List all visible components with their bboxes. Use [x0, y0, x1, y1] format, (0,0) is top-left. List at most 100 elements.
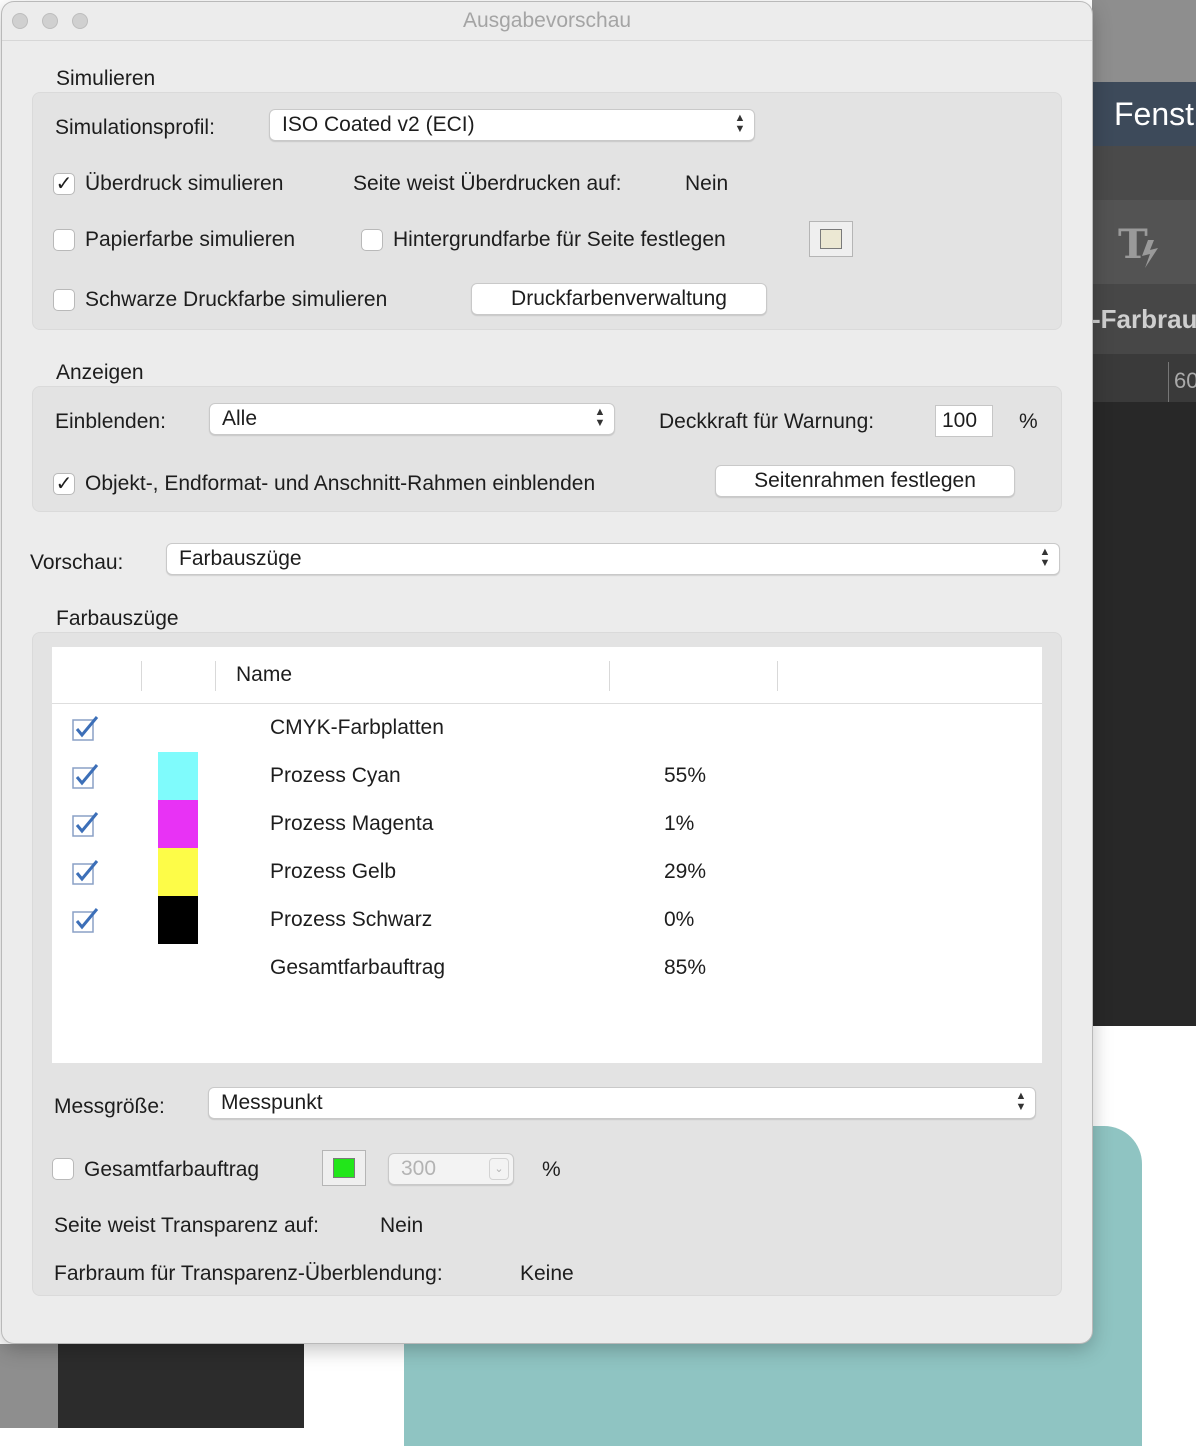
ink-name: Prozess Gelb	[270, 860, 397, 883]
show-select[interactable]: Alle ▲ ▼	[209, 403, 615, 435]
table-row[interactable]: Prozess Cyan 55%	[52, 752, 1042, 800]
total-ink-unit: %	[542, 1158, 561, 1181]
background-canvas-dark-bottom	[58, 1344, 304, 1428]
background-tool-panel: T	[1092, 200, 1196, 284]
preview-value: Farbauszüge	[179, 547, 302, 570]
separations-section-title: Farbauszüge	[56, 607, 179, 630]
updown-chevron-icon: ▲ ▼	[1039, 546, 1051, 569]
black-ink-checkbox[interactable]	[53, 289, 75, 311]
ink-name: Prozess Schwarz	[270, 908, 433, 931]
table-row[interactable]: Gesamtfarbauftrag 85%	[52, 944, 1042, 992]
table-row[interactable]: CMYK-Farbplatten	[52, 704, 1042, 752]
simulation-profile-value: ISO Coated v2 (ECI)	[282, 113, 475, 136]
frames-checkbox[interactable]: ✓	[53, 473, 75, 495]
ink-name: Prozess Cyan	[270, 764, 401, 787]
paper-color-label: Papierfarbe simulieren	[85, 228, 296, 251]
background-app-toolbar	[1092, 0, 1196, 82]
show-value: Alle	[222, 407, 258, 430]
eye-checkbox-icon[interactable]	[72, 715, 100, 741]
window-title: Ausgabevorschau	[462, 9, 632, 32]
ink-name: Prozess Magenta	[270, 812, 434, 835]
background-color-swatch-button[interactable]	[809, 221, 853, 257]
overprint-label: Überdruck simulieren	[85, 172, 284, 195]
blend-space-value: Keine	[520, 1262, 574, 1285]
background-app-menu: Fenst	[1092, 82, 1196, 146]
total-ink-value: 300	[401, 1157, 437, 1180]
column-separator	[141, 661, 142, 691]
blend-space-label: Farbraum für Transparenz-Überblendung:	[54, 1262, 443, 1285]
simulate-group: Simulationsprofil: ISO Coated v2 (ECI) ▲…	[32, 92, 1062, 330]
background-canvas-dark	[1092, 402, 1196, 1026]
total-ink-label: Gesamtfarbauftrag	[84, 1158, 260, 1181]
ink-percent: 1%	[664, 812, 695, 835]
page-frames-button[interactable]: Seitenrahmen festlegen	[715, 465, 1015, 497]
ink-color-swatch	[158, 752, 198, 800]
warning-opacity-unit: %	[1019, 410, 1038, 433]
background-panel	[1092, 146, 1196, 200]
simulation-profile-select[interactable]: ISO Coated v2 (ECI) ▲ ▼	[269, 109, 755, 141]
ruler-number: 60	[1174, 368, 1196, 393]
preview-label: Vorschau:	[30, 551, 124, 574]
column-separator	[215, 661, 216, 691]
column-separator	[609, 661, 610, 691]
svg-text:T: T	[1118, 221, 1148, 268]
transparency-label: Seite weist Transparenz auf:	[54, 1214, 319, 1237]
total-ink-swatch	[333, 1158, 355, 1178]
show-label: Einblenden:	[55, 410, 166, 433]
preview-select[interactable]: Farbauszüge ▲ ▼	[166, 543, 1060, 575]
display-group: Einblenden: Alle ▲ ▼ Deckkraft für Warnun…	[32, 386, 1062, 512]
eye-checkbox-icon[interactable]	[72, 907, 100, 933]
background-menu-text: Fenst	[1114, 96, 1195, 132]
total-ink-checkbox[interactable]	[52, 1158, 74, 1180]
type-tool-icon: T	[1118, 221, 1158, 268]
eye-checkbox-icon[interactable]	[72, 811, 100, 837]
background-color-label: Hintergrundfarbe für Seite festlegen	[393, 228, 726, 251]
transparency-value: Nein	[380, 1214, 424, 1237]
chevron-down-icon: ⌄	[489, 1158, 509, 1180]
table-row[interactable]: Prozess Gelb 29%	[52, 848, 1042, 896]
measure-label: Messgröße:	[54, 1095, 165, 1118]
column-separator	[777, 661, 778, 691]
separations-table: Name CMYK-Farbplatten Prozess Cyan 55% Proz…	[52, 647, 1042, 1063]
ink-percent: 0%	[664, 908, 695, 931]
ink-name: Gesamtfarbauftrag	[270, 956, 446, 979]
measure-select[interactable]: Messpunkt ▲ ▼	[208, 1087, 1036, 1119]
overprint-checkbox[interactable]: ✓	[53, 173, 75, 195]
total-ink-swatch-button[interactable]	[322, 1150, 366, 1186]
background-ruler: 60	[1092, 354, 1196, 402]
ink-percent: 85%	[664, 956, 707, 979]
updown-chevron-icon: ▲ ▼	[734, 112, 746, 135]
background-panel-text: -Farbrau	[1092, 304, 1196, 334]
page-overprint-label: Seite weist Überdrucken auf:	[353, 172, 622, 195]
paper-color-checkbox[interactable]	[53, 229, 75, 251]
titlebar: Ausgabevorschau	[2, 2, 1092, 41]
eye-checkbox-icon[interactable]	[72, 859, 100, 885]
background-canvas-gray	[0, 1344, 58, 1428]
output-preview-dialog: Ausgabevorschau Simulieren Simulationspr…	[2, 2, 1092, 1343]
ink-color-swatch	[158, 896, 198, 944]
table-row[interactable]: Prozess Magenta 1%	[52, 800, 1042, 848]
warning-opacity-input[interactable]: 100	[935, 405, 993, 437]
total-ink-combo[interactable]: 300 ⌄	[388, 1153, 514, 1185]
ink-color-swatch	[158, 848, 198, 896]
column-header-name[interactable]: Name	[236, 647, 292, 703]
display-section-title: Anzeigen	[56, 361, 144, 384]
ink-percent: 29%	[664, 860, 707, 883]
table-row[interactable]: Prozess Schwarz 0%	[52, 896, 1042, 944]
ink-name: CMYK-Farbplatten	[270, 716, 444, 739]
ink-percent: 55%	[664, 764, 707, 787]
background-color-swatch	[820, 229, 842, 249]
updown-chevron-icon: ▲ ▼	[594, 406, 606, 429]
warning-opacity-label: Deckkraft für Warnung:	[659, 410, 875, 433]
ink-color-swatch	[158, 800, 198, 848]
simulation-profile-label: Simulationsprofil:	[55, 116, 215, 139]
updown-chevron-icon: ▲ ▼	[1015, 1090, 1027, 1113]
background-panel-heading: -Farbrau	[1092, 284, 1196, 354]
background-color-checkbox[interactable]	[361, 229, 383, 251]
measure-value: Messpunkt	[221, 1091, 323, 1114]
page-overprint-value: Nein	[685, 172, 729, 195]
eye-checkbox-icon[interactable]	[72, 763, 100, 789]
ink-manager-button[interactable]: Druckfarbenverwaltung	[471, 283, 767, 315]
simulate-section-title: Simulieren	[56, 67, 156, 90]
frames-label: Objekt-, Endformat- und Anschnitt-Rahmen…	[85, 472, 596, 495]
